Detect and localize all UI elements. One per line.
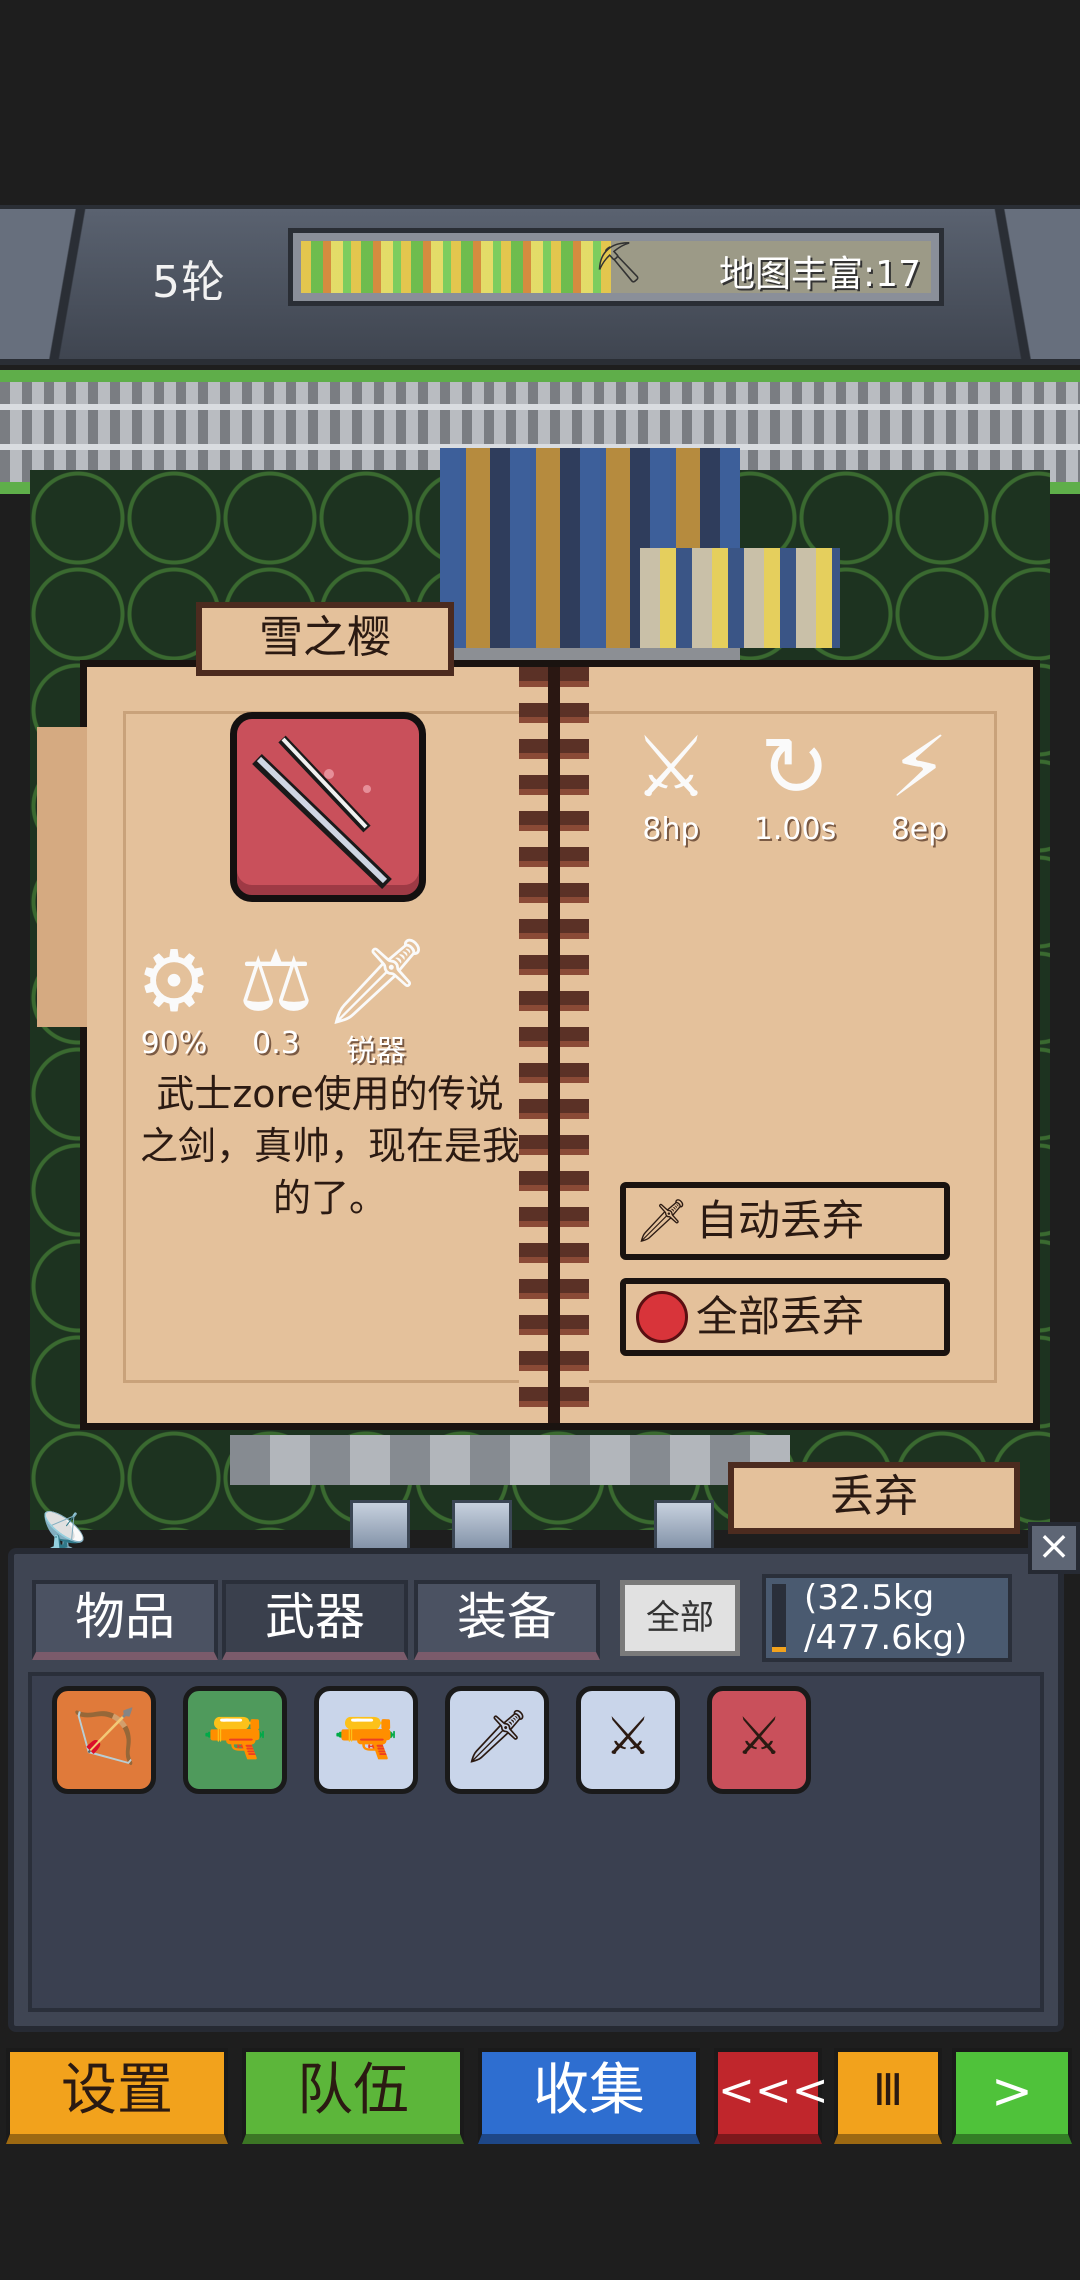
cooldown-icon: ↻ 1.00s: [740, 722, 850, 847]
energy-value: 8ep: [890, 812, 948, 847]
round-counter: 5轮: [152, 257, 226, 308]
auto-drop-label: 自动丢弃: [696, 1196, 865, 1245]
weight-icon: ⚖ 0.3: [224, 936, 328, 1061]
pickaxe-icon: ⛏: [593, 240, 644, 286]
city-buildings-secondary: [640, 548, 840, 648]
tab-equipment[interactable]: 装备: [414, 1580, 600, 1660]
energy-icon: ⚡ 8ep: [864, 722, 974, 847]
dagger-icon: 🗡 锐器: [324, 932, 431, 1069]
tab-weapons[interactable]: 武器: [222, 1580, 408, 1660]
item-name-tab: 雪之樱: [196, 602, 454, 676]
weapon-type-value: 锐器: [346, 1034, 406, 1069]
play-button[interactable]: >: [952, 2048, 1072, 2144]
item-description: 武士zore使用的传说之剑，真帅，现在是我的了。: [140, 1072, 521, 1220]
carry-weight: (32.5kg /477.6kg): [762, 1574, 1012, 1662]
gear-icon: ⚙ 90%: [122, 936, 226, 1061]
rail-line: [0, 404, 1080, 410]
durability-value: 90%: [140, 1026, 208, 1061]
team-button[interactable]: 队伍: [242, 2048, 464, 2144]
crystal-sword-icon: ⚔: [604, 1707, 652, 1767]
inventory-slot[interactable]: 🗡: [445, 1686, 549, 1794]
station-icon: [452, 1500, 512, 1554]
map-richness-label: 地图丰富:17: [719, 254, 921, 295]
top-bar-frame-left: [0, 209, 110, 359]
carry-weight-current: (32.5kg: [804, 1578, 935, 1618]
weight-value: 0.3: [252, 1026, 300, 1061]
inventory-slot[interactable]: ⚔: [707, 1686, 811, 1794]
katana-icon: [230, 712, 426, 902]
slash-icon: ⚔ 8hp: [616, 722, 726, 847]
top-bar-frame-right: [970, 209, 1080, 359]
city-road: [230, 1435, 790, 1485]
filter-all-button[interactable]: 全部: [620, 1580, 740, 1656]
inventory-slot[interactable]: 🔫: [314, 1686, 418, 1794]
book-page-edge: [37, 727, 87, 1027]
inventory-slot[interactable]: 🔫: [183, 1686, 287, 1794]
tab-items[interactable]: 物品: [32, 1580, 218, 1660]
bow-icon: 🏹: [71, 1707, 137, 1767]
station-icon: [350, 1500, 410, 1554]
rewind-button[interactable]: <<<: [714, 2048, 829, 2144]
katana-icon: ⚔: [735, 1707, 783, 1767]
book-spine: [519, 667, 589, 1423]
settings-button[interactable]: 设置: [6, 2048, 228, 2144]
plasma-gun-icon: 🔫: [333, 1707, 399, 1767]
rifle-icon: 🔫: [202, 1707, 268, 1767]
map-richness-fill: [301, 241, 611, 293]
inventory-slot[interactable]: ⚔: [576, 1686, 680, 1794]
drop-button[interactable]: 丢弃: [728, 1462, 1020, 1534]
dagger-small-icon: 🗡: [635, 1196, 689, 1245]
damage-value: 8hp: [642, 812, 700, 847]
map-richness-bar: ⛏ 地图丰富:17: [288, 228, 944, 306]
cooldown-value: 1.00s: [753, 812, 837, 847]
drop-all-button[interactable]: 全部丢弃: [620, 1278, 950, 1356]
angry-face-icon: [634, 1284, 690, 1350]
collect-button[interactable]: 收集: [478, 2048, 700, 2144]
inventory-slot[interactable]: 🏹: [52, 1686, 156, 1794]
ice-blade-icon: 🗡: [463, 1707, 530, 1767]
auto-drop-button[interactable]: 🗡 自动丢弃: [620, 1182, 950, 1260]
close-icon[interactable]: ×: [1028, 1522, 1080, 1574]
carry-weight-max: /477.6kg): [804, 1618, 968, 1658]
drop-all-label: 全部丢弃: [696, 1292, 865, 1341]
pause-button[interactable]: Ⅲ: [834, 2048, 942, 2144]
carry-weight-bar: [772, 1584, 786, 1652]
station-icon: [654, 1500, 714, 1554]
